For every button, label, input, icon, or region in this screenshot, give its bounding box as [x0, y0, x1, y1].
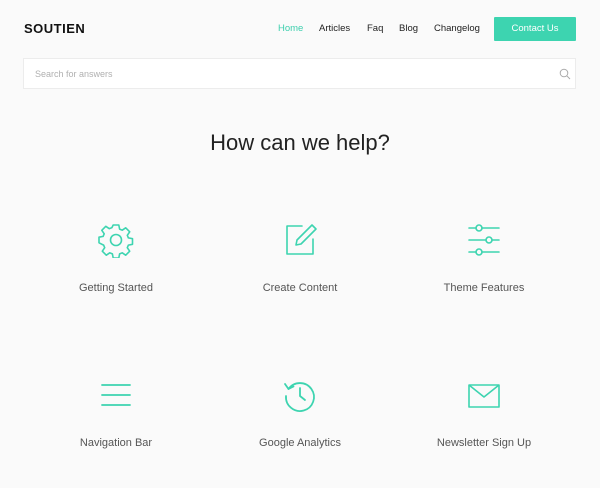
category-card-getting-started[interactable]: Getting Started — [36, 222, 196, 332]
menu-icon — [101, 384, 131, 406]
page-title: How can we help? — [210, 130, 390, 155]
nav-item-home[interactable]: Home — [278, 23, 303, 34]
search-input[interactable] — [35, 59, 535, 88]
contact-us-button[interactable]: Contact Us — [494, 17, 576, 41]
search-bar — [23, 58, 576, 89]
search-icon[interactable] — [559, 68, 571, 80]
nav-item-faq[interactable]: Faq — [367, 23, 383, 34]
category-label: Getting Started — [79, 282, 153, 294]
category-card-create-content[interactable]: Create Content — [220, 222, 380, 332]
category-label: Navigation Bar — [79, 437, 153, 449]
category-label: Theme Features — [443, 282, 525, 294]
gear-icon — [98, 224, 134, 258]
category-card-newsletter-sign-up[interactable]: Newsletter Sign Up — [404, 378, 564, 488]
sliders-icon — [468, 224, 500, 256]
category-label: Newsletter Sign Up — [436, 437, 532, 449]
site-header: SOUTIEN Home Articles Faq Blog Changelog… — [0, 0, 600, 58]
category-label: Create Content — [262, 282, 338, 294]
edit-icon — [286, 224, 317, 255]
category-card-theme-features[interactable]: Theme Features — [404, 222, 564, 332]
category-label: Google Analytics — [259, 437, 341, 449]
history-icon — [284, 382, 315, 412]
envelope-icon — [468, 384, 500, 408]
nav-item-blog[interactable]: Blog — [399, 23, 418, 34]
site-logo[interactable]: SOUTIEN — [24, 21, 85, 36]
category-card-navigation-bar[interactable]: Navigation Bar — [36, 378, 196, 488]
nav-item-changelog[interactable]: Changelog — [434, 23, 480, 34]
category-card-google-analytics[interactable]: Google Analytics — [220, 378, 380, 488]
nav-item-articles[interactable]: Articles — [319, 23, 350, 34]
